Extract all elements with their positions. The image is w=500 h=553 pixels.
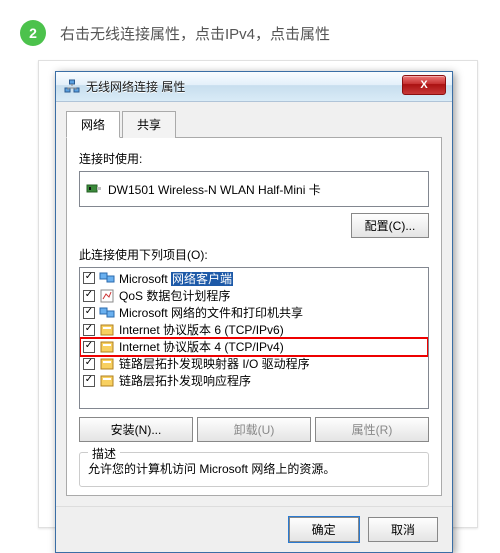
dialog-footer: 确定 取消 — [56, 506, 452, 552]
install-button[interactable]: 安装(N)... — [79, 417, 193, 442]
step-header: 2 右击无线连接属性，点击IPv4，点击属性 — [0, 0, 500, 60]
adapter-field: DW1501 Wireless-N WLAN Half-Mini 卡 — [79, 171, 429, 207]
description-label: 描述 — [88, 445, 120, 462]
proto-icon — [99, 339, 115, 355]
configure-button[interactable]: 配置(C)... — [351, 213, 429, 238]
checkbox[interactable] — [83, 272, 95, 284]
tab-pane-network: 连接时使用: DW1501 Wireless-N WLAN Half-Mini … — [66, 138, 442, 496]
step-instruction-text: 右击无线连接属性，点击IPv4，点击属性 — [60, 23, 330, 44]
qos-icon — [99, 288, 115, 304]
checkbox[interactable] — [83, 290, 95, 302]
uninstall-button[interactable]: 卸载(U) — [197, 417, 311, 442]
network-icon — [64, 79, 80, 95]
checkbox[interactable] — [83, 307, 95, 319]
list-item[interactable]: QoS 数据包计划程序 — [81, 287, 427, 304]
screenshot-frame: 无线网络连接 属性 X 网络 共享 连接时使用: DW1501 Wireless… — [38, 60, 478, 528]
checkbox[interactable] — [83, 358, 95, 370]
properties-button[interactable]: 属性(R) — [315, 417, 429, 442]
cancel-button[interactable]: 取消 — [368, 517, 438, 542]
proto-icon — [99, 322, 115, 338]
client-icon — [99, 270, 115, 286]
item-label: 链路层拓扑发现响应程序 — [119, 372, 251, 389]
components-list[interactable]: Microsoft 网络客户端QoS 数据包计划程序Microsoft 网络的文… — [79, 267, 429, 409]
close-button[interactable]: X — [402, 75, 446, 95]
items-label: 此连接使用下列项目(O): — [79, 246, 429, 263]
item-label: Microsoft 网络客户端 — [119, 270, 233, 287]
item-label: QoS 数据包计划程序 — [119, 287, 230, 304]
checkbox[interactable] — [83, 324, 95, 336]
dialog-body: 网络 共享 连接时使用: DW1501 Wireless-N WLAN Half… — [56, 102, 452, 506]
list-item[interactable]: Microsoft 网络的文件和打印机共享 — [81, 304, 427, 321]
list-item[interactable]: 链路层拓扑发现响应程序 — [81, 372, 427, 389]
tab-strip: 网络 共享 — [66, 110, 442, 138]
item-label: Microsoft 网络的文件和打印机共享 — [119, 304, 303, 321]
list-item[interactable]: Microsoft 网络客户端 — [81, 269, 427, 287]
properties-dialog: 无线网络连接 属性 X 网络 共享 连接时使用: DW1501 Wireless… — [55, 71, 453, 553]
description-text: 允许您的计算机访问 Microsoft 网络上的资源。 — [88, 461, 420, 478]
list-item[interactable]: Internet 协议版本 4 (TCP/IPv4) — [81, 338, 427, 355]
list-item[interactable]: 链路层拓扑发现映射器 I/O 驱动程序 — [81, 355, 427, 372]
tab-share[interactable]: 共享 — [122, 111, 176, 138]
adapter-icon — [86, 180, 102, 199]
ok-button[interactable]: 确定 — [289, 517, 359, 542]
dialog-title: 无线网络连接 属性 — [86, 78, 185, 95]
adapter-name: DW1501 Wireless-N WLAN Half-Mini 卡 — [108, 181, 321, 198]
checkbox[interactable] — [83, 341, 95, 353]
tab-network[interactable]: 网络 — [66, 111, 120, 138]
description-group: 描述 允许您的计算机访问 Microsoft 网络上的资源。 — [79, 452, 429, 487]
step-number-badge: 2 — [20, 20, 46, 46]
dialog-titlebar: 无线网络连接 属性 X — [56, 72, 452, 102]
proto-icon — [99, 356, 115, 372]
item-label: Internet 协议版本 6 (TCP/IPv6) — [119, 321, 284, 338]
proto-icon — [99, 373, 115, 389]
checkbox[interactable] — [83, 375, 95, 387]
connect-using-label: 连接时使用: — [79, 150, 429, 167]
item-label: 链路层拓扑发现映射器 I/O 驱动程序 — [119, 355, 310, 372]
item-label: Internet 协议版本 4 (TCP/IPv4) — [119, 338, 284, 355]
client-icon — [99, 305, 115, 321]
list-item[interactable]: Internet 协议版本 6 (TCP/IPv6) — [81, 321, 427, 338]
